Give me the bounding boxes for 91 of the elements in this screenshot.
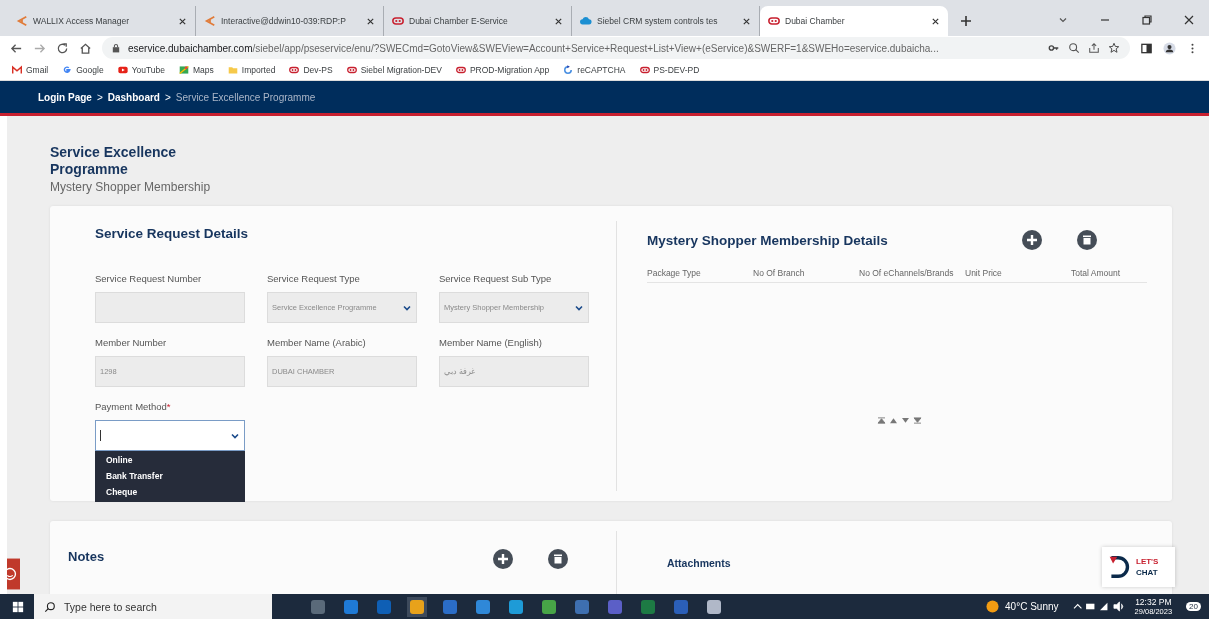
bookmark[interactable]: PS-DEV-PD — [639, 65, 700, 75]
profile-icon[interactable] — [1163, 41, 1176, 55]
side-panel-icon[interactable] — [1140, 41, 1153, 55]
bookmark[interactable]: Gmail — [12, 65, 49, 75]
browser-tab[interactable]: Dubai Chamber — [760, 6, 948, 36]
dropdown-option[interactable]: Online — [95, 452, 245, 468]
first-page-icon[interactable] — [877, 417, 886, 424]
column-header: No Of eChannels/Brands — [859, 268, 955, 278]
map-icon — [179, 65, 190, 75]
page-subtitle: Mystery Shopper Membership — [50, 180, 212, 194]
wallix-logo-icon — [204, 15, 216, 27]
dropdown-option[interactable]: Cheque — [95, 484, 245, 500]
share-icon[interactable] — [1088, 42, 1100, 54]
bookmark[interactable]: Maps — [179, 65, 214, 75]
field-label: Service Request Sub Type — [439, 273, 553, 284]
new-tab-icon[interactable] — [960, 15, 972, 27]
close-icon[interactable] — [178, 16, 187, 26]
delete-icon[interactable] — [548, 549, 568, 569]
add-icon[interactable] — [493, 549, 513, 569]
browser-tab[interactable]: Dubai Chamber E-Service — [384, 6, 572, 36]
address-bar[interactable]: eservice.dubaichamber.com/siebel/app/pseservice/enu/?SWECmd=GotoView&SWEView=Account+Service+Request+List+View+(eService)&SWERF=1&SWEHo=eservice.dubaicha... — [102, 37, 1130, 59]
field-label: Member Name (English) — [439, 337, 543, 348]
chamber-logo-icon — [346, 65, 357, 75]
search-icon — [44, 600, 56, 613]
wallix-logo-icon — [16, 15, 28, 27]
folder-icon — [227, 65, 238, 75]
chamber-logo-icon — [768, 15, 780, 27]
taskbar-app-icon[interactable] — [407, 596, 427, 617]
close-icon[interactable] — [742, 16, 751, 26]
column-header: Unit Price — [965, 268, 1003, 278]
home-icon[interactable] — [79, 41, 92, 55]
zoom-icon[interactable] — [1068, 42, 1080, 54]
mail-logo-icon — [12, 65, 22, 75]
close-icon[interactable] — [931, 16, 940, 26]
close-icon[interactable] — [554, 16, 563, 26]
next-page-icon[interactable] — [901, 417, 910, 424]
field-label: Service Request Type — [267, 273, 361, 284]
column-header: Total Amount — [1071, 268, 1122, 278]
field-label: Member Number — [95, 337, 168, 348]
dropdown-option[interactable]: Bank Transfer — [95, 468, 245, 484]
section-title: Notes — [68, 549, 105, 564]
browser-tab[interactable]: WALLIX Access Manager — [8, 6, 196, 36]
last-page-icon[interactable] — [913, 417, 922, 424]
bookmark[interactable]: PROD-Migration App — [455, 65, 550, 75]
chamber-logo-icon — [455, 65, 466, 75]
weather-text[interactable]: 40°C Sunny — [1005, 601, 1059, 612]
play-logo-icon — [117, 65, 128, 75]
field-label: Member Name (Arabic) — [267, 337, 367, 348]
bookmark[interactable]: Dev-PS — [289, 65, 333, 75]
sun-icon — [986, 600, 1000, 613]
add-icon[interactable] — [1022, 230, 1042, 250]
chamber-logo-icon — [392, 15, 404, 27]
previous-page-icon[interactable] — [889, 417, 898, 424]
chamber-logo-icon — [639, 65, 650, 75]
refresh-logo-icon — [563, 65, 574, 75]
reload-icon[interactable] — [56, 41, 69, 55]
taskbar-search-field[interactable]: Type here to search — [34, 594, 272, 619]
lock-icon — [112, 43, 120, 53]
chamber-logo-icon — [289, 65, 300, 75]
section-title: Mystery Shopper Membership Details — [647, 232, 888, 248]
breadcrumb-separator: > — [96, 91, 103, 103]
chat-button[interactable]: LET'S CHAT — [1102, 547, 1175, 587]
chat-logo-icon — [1108, 554, 1130, 580]
page-title: Service Excellence Programme — [50, 144, 178, 178]
column-header: No Of Branch — [753, 268, 806, 278]
notification-badge[interactable]: 20 — [1186, 602, 1201, 611]
key-icon[interactable] — [1048, 42, 1060, 54]
bookmark[interactable]: Siebel Migration-DEV — [346, 65, 442, 75]
star-icon[interactable] — [1108, 42, 1120, 54]
google-logo-icon — [62, 65, 73, 75]
column-header: Package Type — [647, 268, 702, 278]
field-label: Service Request Number — [95, 273, 203, 284]
field-label: Payment Method* — [95, 401, 172, 412]
dropdown-field[interactable] — [95, 420, 245, 451]
clock-time[interactable]: 12:32 PM — [1135, 596, 1172, 607]
restore-icon[interactable] — [1141, 14, 1153, 26]
windows-start-icon[interactable] — [12, 600, 24, 613]
breadcrumb-separator: > — [165, 91, 171, 103]
close-icon[interactable] — [1183, 14, 1195, 26]
breadcrumb-link[interactable]: Dashboard — [107, 91, 160, 103]
section-title: Attachments — [667, 557, 731, 569]
close-icon[interactable] — [366, 16, 375, 26]
bookmark[interactable]: Google — [62, 65, 104, 75]
cloud-icon — [580, 15, 592, 27]
bookmark[interactable]: reCAPTCHA — [563, 65, 626, 75]
browser-tab[interactable]: Interactive@ddwin10-039:RDP:P — [196, 6, 384, 36]
bookmark[interactable]: Imported — [227, 65, 276, 75]
bookmark[interactable]: YouTube — [117, 65, 166, 75]
breadcrumb-link[interactable]: Login Page — [38, 91, 92, 103]
delete-icon[interactable] — [1077, 230, 1097, 250]
section-title: Service Request Details — [95, 226, 250, 241]
